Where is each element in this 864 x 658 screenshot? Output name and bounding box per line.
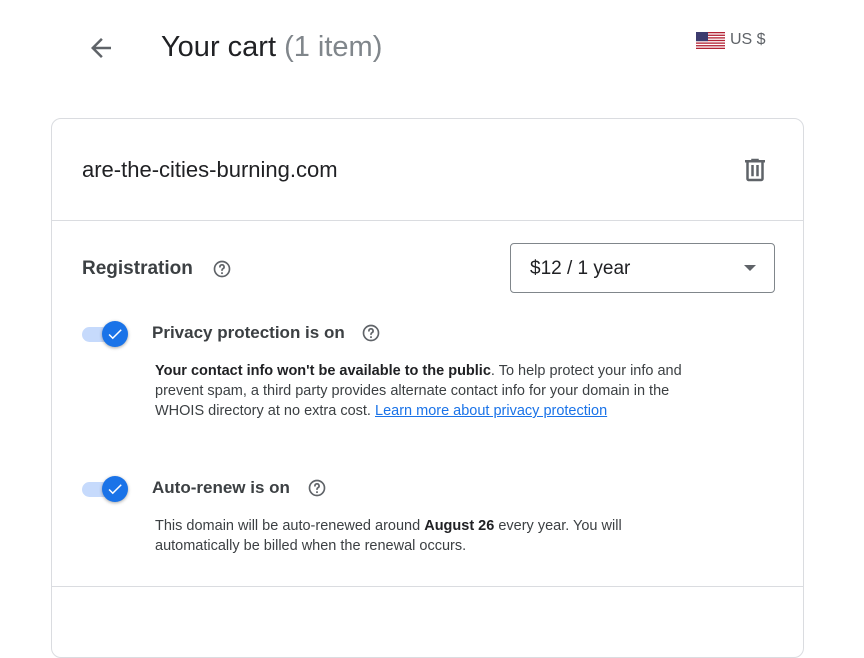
auto-renew-toggle[interactable]: [82, 476, 128, 502]
privacy-learn-more-link[interactable]: Learn more about privacy protection: [375, 403, 607, 419]
page-title-text: Your cart: [161, 31, 276, 63]
privacy-toggle-knob: [102, 321, 128, 347]
cart-item-count: (1 item): [284, 31, 383, 63]
check-icon: [108, 329, 122, 340]
auto-renew-desc-pre: This domain will be auto-renewed around: [155, 518, 425, 534]
check-icon: [108, 484, 122, 495]
registration-term-value: $12 / 1 year: [530, 258, 631, 279]
auto-renew-description: This domain will be auto-renewed around …: [155, 516, 685, 556]
currency-label: US $: [730, 31, 766, 48]
domain-name: are-the-cities-burning.com: [82, 157, 338, 182]
cart-item-header: are-the-cities-burning.com: [52, 119, 803, 221]
auto-renew-title: Auto-renew is on: [152, 478, 290, 497]
privacy-desc-bold: Your contact info won't be available to …: [155, 363, 491, 379]
page-title: Your cart (1 item): [161, 28, 382, 66]
cart-item-card: are-the-cities-burning.com Registration …: [51, 118, 804, 658]
registration-term-select[interactable]: $12 / 1 year: [510, 243, 775, 293]
registration-label: Registration: [82, 258, 193, 279]
privacy-description: Your contact info won't be available to …: [155, 361, 685, 421]
dropdown-arrow-icon: [744, 265, 756, 271]
auto-renew-toggle-knob: [102, 476, 128, 502]
auto-renew-help-icon[interactable]: [307, 478, 327, 498]
currency-selector[interactable]: US $: [696, 30, 766, 50]
registration-help-icon[interactable]: [212, 259, 232, 279]
privacy-toggle[interactable]: [82, 321, 128, 347]
auto-renew-date: August 26: [424, 518, 495, 534]
back-button[interactable]: [86, 33, 116, 63]
trash-icon: [745, 158, 765, 182]
privacy-help-icon[interactable]: [361, 323, 381, 343]
arrow-back-icon: [91, 38, 111, 58]
delete-button[interactable]: [740, 155, 770, 185]
us-flag-icon: [696, 31, 725, 49]
privacy-title: Privacy protection is on: [152, 323, 345, 342]
section-divider: [52, 586, 803, 587]
